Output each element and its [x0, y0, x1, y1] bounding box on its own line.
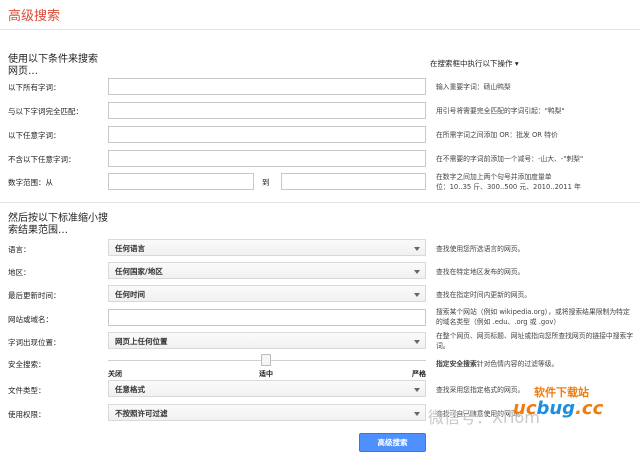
- safesearch-stop-strict[interactable]: 严格: [412, 369, 426, 379]
- number-range-separator: 到: [262, 178, 270, 187]
- all-words-input[interactable]: [108, 78, 426, 95]
- safesearch-stop-off[interactable]: 关闭: [108, 369, 122, 379]
- page-title: 高级搜索: [8, 9, 61, 24]
- none-words-hint: 在不需要的字词前添加一个减号：-山大、-"刺梨": [436, 155, 584, 163]
- section-search-box-hint-title: 在搜索框中执行以下操作 ▾: [430, 59, 519, 68]
- any-words-hint: 在所需字词之间添加 OR：批发 OR 特价: [436, 131, 558, 139]
- number-range-label: 数字范围：从: [8, 178, 53, 187]
- section-narrow-results-title: 然后按以下标准缩小搜索结果范围…: [8, 213, 108, 236]
- site-domain-label: 网站或域名：: [8, 315, 53, 324]
- safesearch-stop-moderate[interactable]: 适中: [259, 369, 273, 379]
- last-update-label: 最后更新时间：: [8, 291, 61, 300]
- language-select[interactable]: 任何语言: [108, 239, 426, 256]
- exact-phrase-label: 与以下字词完全匹配：: [8, 107, 83, 116]
- filetype-select[interactable]: 任意格式: [108, 380, 426, 397]
- all-words-hint: 输入重要字词：砀山鸭梨: [436, 83, 511, 91]
- usage-rights-select[interactable]: 不按照许可过滤: [108, 404, 426, 421]
- region-label: 地区：: [8, 268, 31, 277]
- terms-appearing-select[interactable]: 网页上任何位置: [108, 332, 426, 349]
- language-hint: 查找使用您所选语言的网页。: [436, 245, 525, 253]
- exact-phrase-hint: 用引号将需要完全匹配的字词引起："鸭梨": [436, 107, 565, 115]
- dropdown-caret-icon: [414, 270, 420, 274]
- none-words-label: 不含以下任意字词：: [8, 155, 76, 164]
- region-select[interactable]: 任何国家/地区: [108, 262, 426, 279]
- dropdown-caret-icon: [414, 293, 420, 297]
- site-domain-input[interactable]: [108, 309, 426, 326]
- number-range-hint: 在数字之间加上两个句号并添加度量单 位：10..35 斤、300..500 元、…: [436, 173, 581, 191]
- site-domain-hint: 搜索某个网站（例如 wikipedia.org），或将搜索结果限制为特定 的域名…: [436, 308, 630, 326]
- safesearch-hint: 指定安全搜索针对色情内容的过滤等级。: [436, 360, 559, 368]
- all-words-label: 以下所有字词：: [8, 83, 61, 92]
- section-divider: [0, 202, 640, 203]
- last-update-hint: 查找在指定时间内更新的网页。: [436, 291, 532, 299]
- language-label: 语言：: [8, 245, 31, 254]
- filetype-hint: 查找采用您指定格式的网页。: [436, 386, 525, 394]
- number-range-to-input[interactable]: [281, 173, 426, 190]
- safesearch-label: 安全搜索：: [8, 360, 46, 369]
- terms-appearing-label: 字词出现位置：: [8, 338, 61, 347]
- advanced-search-button[interactable]: 高级搜索: [359, 433, 426, 452]
- safesearch-slider-handle[interactable]: [261, 354, 271, 366]
- number-range-from-input[interactable]: [108, 173, 254, 190]
- section-find-pages-title: 使用以下条件来搜索网页…: [8, 54, 98, 77]
- chevron-down-icon: ▾: [514, 59, 519, 68]
- dropdown-caret-icon: [414, 340, 420, 344]
- usage-rights-label: 使用权限：: [8, 410, 46, 419]
- filetype-label: 文件类型：: [8, 386, 46, 395]
- region-hint: 查找在特定地区发布的网页。: [436, 268, 525, 276]
- page-header: 高级搜索: [0, 0, 640, 30]
- exact-phrase-input[interactable]: [108, 102, 426, 119]
- any-words-input[interactable]: [108, 126, 426, 143]
- any-words-label: 以下任意字词：: [8, 131, 61, 140]
- dropdown-caret-icon: [414, 247, 420, 251]
- terms-appearing-hint: 在整个网页、网页标题、网址或指向您所查找网页的链接中搜索字 词。: [436, 332, 634, 350]
- dropdown-caret-icon: [414, 388, 420, 392]
- watermark-brand: ucbug.cc: [513, 398, 604, 419]
- none-words-input[interactable]: [108, 150, 426, 167]
- dropdown-caret-icon: [414, 412, 420, 416]
- last-update-select[interactable]: 任何时间: [108, 285, 426, 302]
